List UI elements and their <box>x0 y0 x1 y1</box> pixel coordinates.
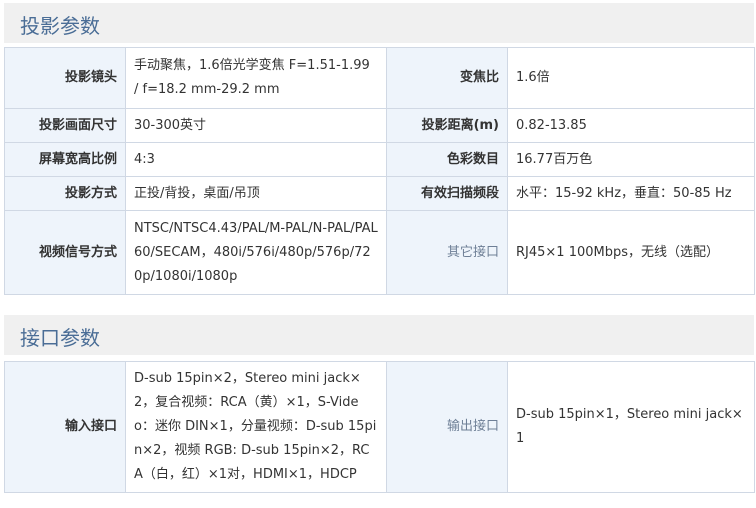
table-row: 投影方式 正投/背投，桌面/吊顶 有效扫描频段 水平：15-92 kHz，垂直：… <box>4 176 755 211</box>
table-row: 投影镜头 手动聚焦，1.6倍光学变焦 F=1.51-1.99 / f=18.2 … <box>4 47 755 109</box>
table-row: 输入接口 D-sub 15pin×2，Stereo mini jack×2，复合… <box>4 361 755 493</box>
spec-label: 投影画面尺寸 <box>4 108 126 143</box>
spec-label: 有效扫描频段 <box>386 176 508 211</box>
section-title: 接口参数 <box>20 326 100 350</box>
spec-label: 输入接口 <box>4 361 126 493</box>
spec-value: 手动聚焦，1.6倍光学变焦 F=1.51-1.99 / f=18.2 mm-29… <box>125 47 387 109</box>
spec-value: 4:3 <box>125 142 387 177</box>
spec-value: 1.6倍 <box>507 47 755 109</box>
spec-value: D-sub 15pin×1，Stereo mini jack×1 <box>507 361 755 493</box>
spec-label: 其它接口 <box>386 210 508 295</box>
spec-value: NTSC/NTSC4.43/PAL/M-PAL/N-PAL/PAL60/SECA… <box>125 210 387 295</box>
spec-value: 正投/背投，桌面/吊顶 <box>125 176 387 211</box>
projection-spec-table: 投影镜头 手动聚焦，1.6倍光学变焦 F=1.51-1.99 / f=18.2 … <box>4 47 755 295</box>
interface-spec-table: 输入接口 D-sub 15pin×2，Stereo mini jack×2，复合… <box>4 361 755 493</box>
section-header-projection: 投影参数 <box>4 3 754 43</box>
spec-value: 0.82-13.85 <box>507 108 755 143</box>
spec-label: 视频信号方式 <box>4 210 126 295</box>
spec-value: 16.77百万色 <box>507 142 755 177</box>
section-header-interface: 接口参数 <box>4 315 754 355</box>
spec-label: 投影距离(m) <box>386 108 508 143</box>
spec-label: 色彩数目 <box>386 142 508 177</box>
section-title: 投影参数 <box>20 14 100 38</box>
spec-value: RJ45×1 100Mbps，无线（选配） <box>507 210 755 295</box>
spec-label: 屏幕宽高比例 <box>4 142 126 177</box>
spec-label: 投影方式 <box>4 176 126 211</box>
table-row: 屏幕宽高比例 4:3 色彩数目 16.77百万色 <box>4 142 755 177</box>
table-row: 投影画面尺寸 30-300英寸 投影距离(m) 0.82-13.85 <box>4 108 755 143</box>
spec-label: 变焦比 <box>386 47 508 109</box>
spec-value: 水平：15-92 kHz，垂直：50-85 Hz <box>507 176 755 211</box>
table-row: 视频信号方式 NTSC/NTSC4.43/PAL/M-PAL/N-PAL/PAL… <box>4 210 755 295</box>
spec-label: 投影镜头 <box>4 47 126 109</box>
spec-value: 30-300英寸 <box>125 108 387 143</box>
spec-value: D-sub 15pin×2，Stereo mini jack×2，复合视频：RC… <box>125 361 387 493</box>
spec-label: 输出接口 <box>386 361 508 493</box>
